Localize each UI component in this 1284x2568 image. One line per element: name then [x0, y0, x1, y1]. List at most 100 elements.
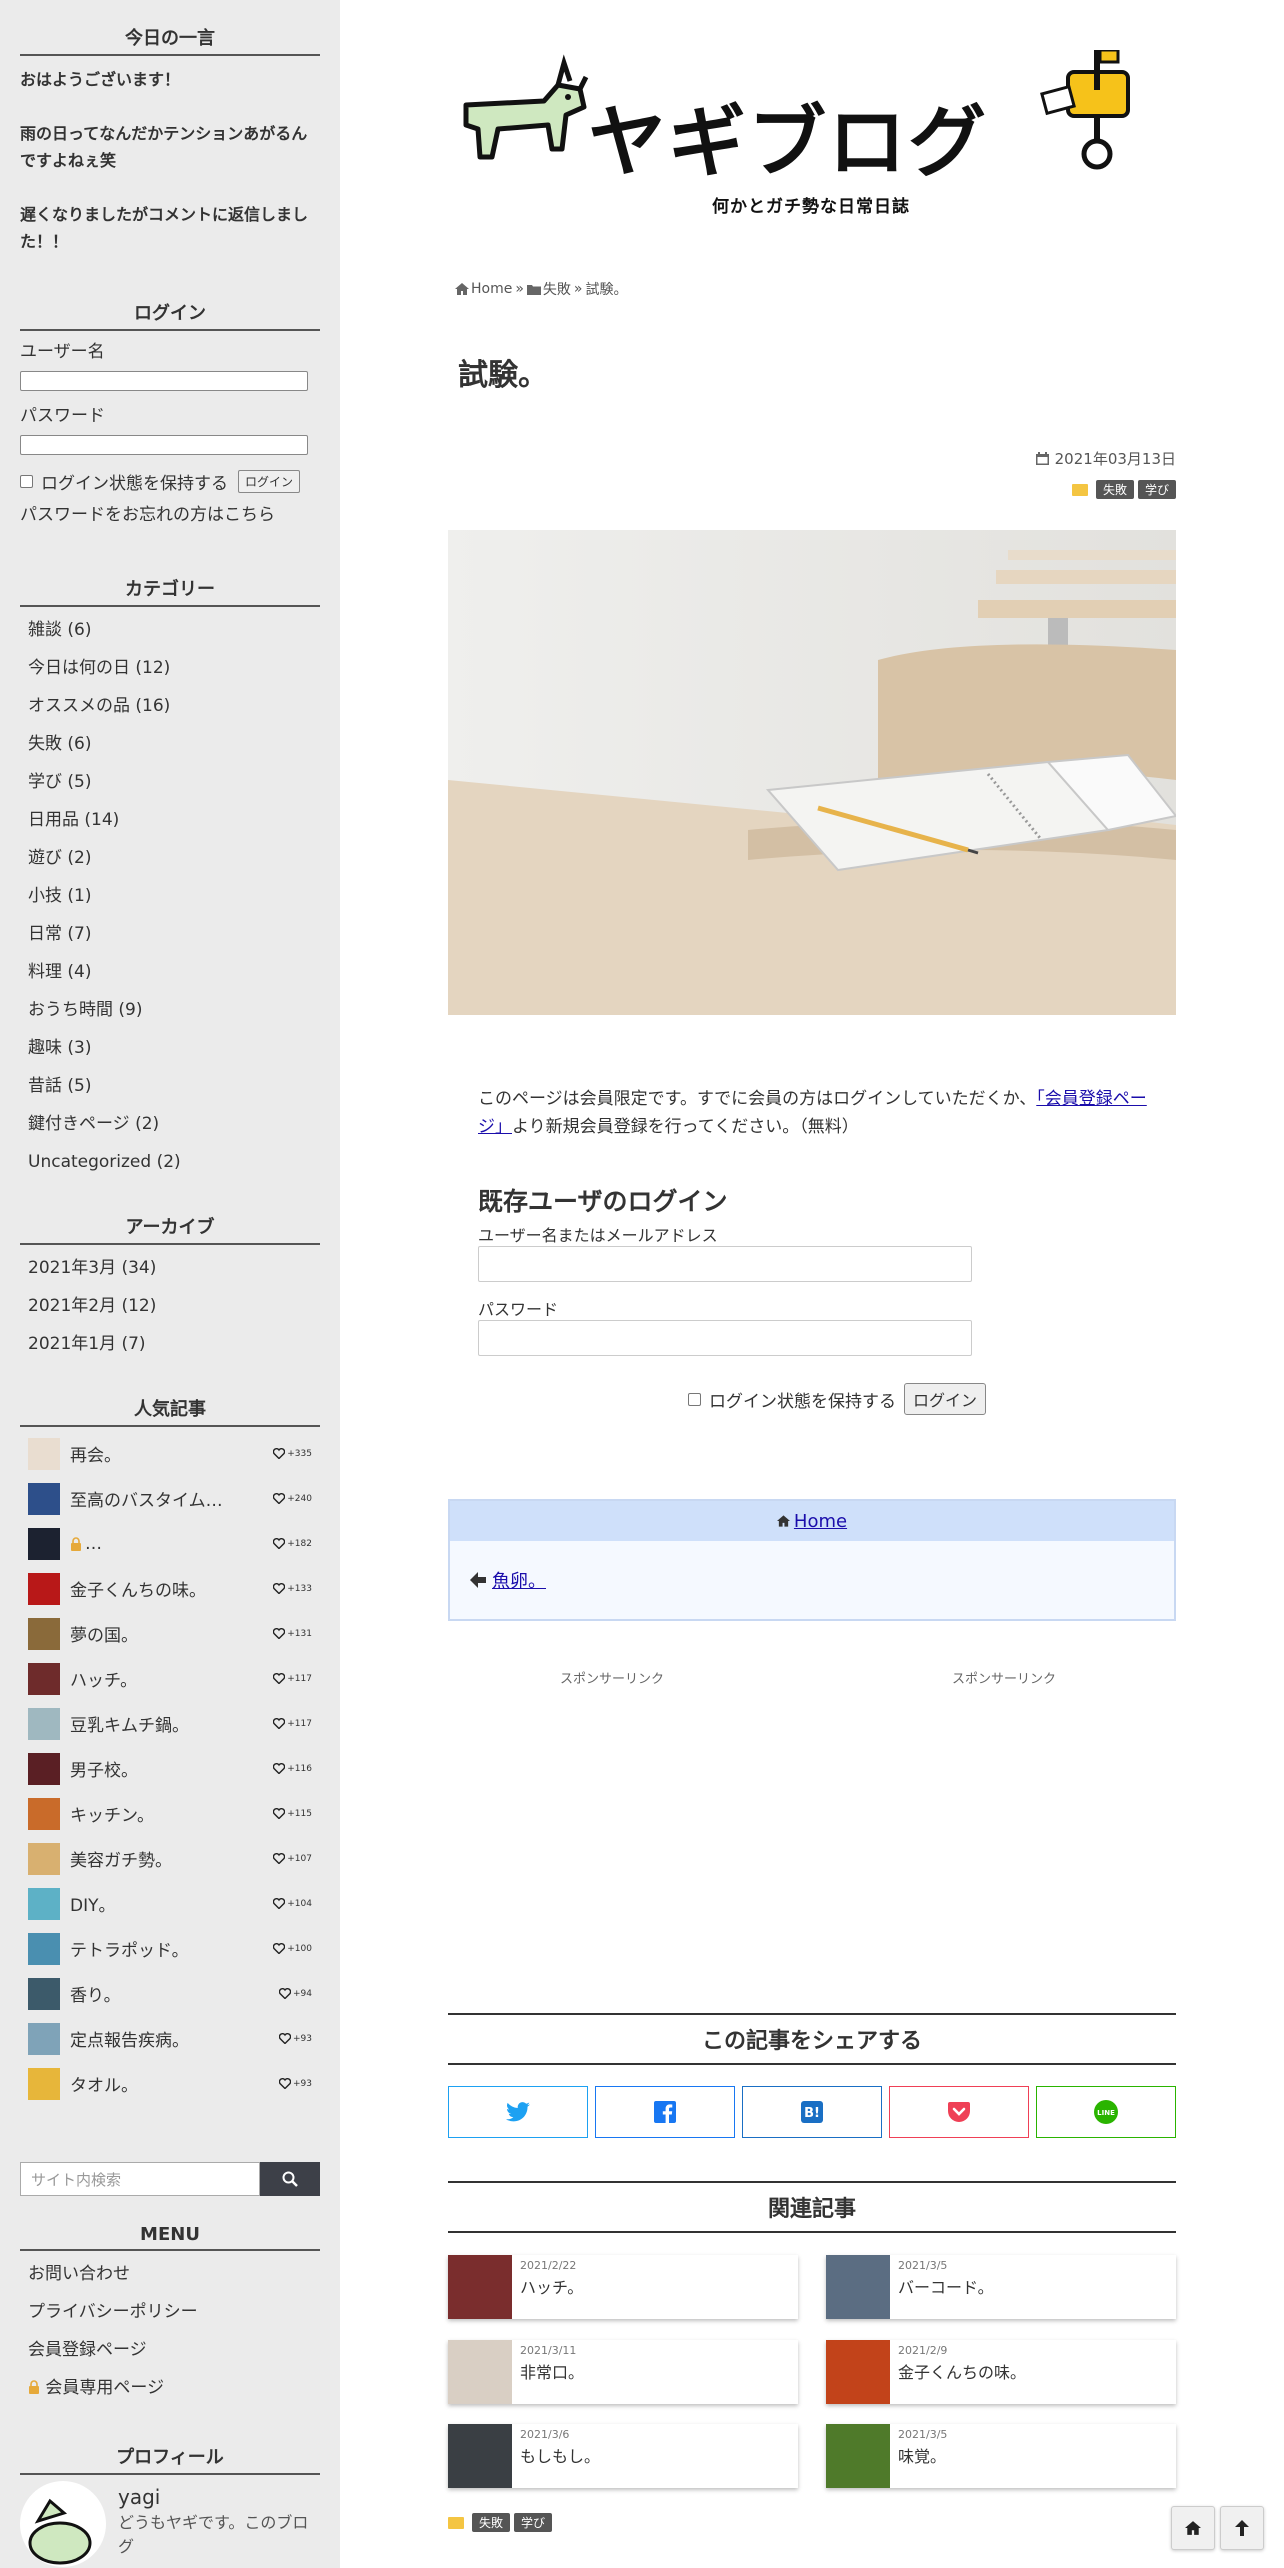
popular-item[interactable]: ハッチ。 +117 [20, 1656, 320, 1701]
menu-item-contact[interactable]: お問い合わせ [20, 2255, 320, 2293]
popular-item[interactable]: DIY。 +104 [20, 1881, 320, 1926]
category-item[interactable]: 料理 (4) [20, 953, 320, 991]
remember-checkbox[interactable] [20, 475, 33, 488]
category-item[interactable]: 失敗 (6) [20, 725, 320, 763]
menu-item-privacy[interactable]: プライバシーポリシー [20, 2293, 320, 2331]
tag-badge[interactable]: 失敗 [1095, 480, 1134, 499]
related-card[interactable]: 2021/3/5 味覚。 [826, 2424, 1176, 2488]
popular-title: 男子校。 [70, 1761, 138, 1781]
search-button[interactable] [260, 2162, 320, 2196]
category-item[interactable]: 今日は何の日 (12) [20, 649, 320, 687]
like-count-value: +335 [287, 1448, 312, 1459]
related-thumbnail [448, 2424, 512, 2488]
category-item[interactable]: 学び (5) [20, 763, 320, 801]
related-card[interactable]: 2021/2/22 ハッチ。 [448, 2255, 798, 2319]
category-item[interactable]: 趣味 (3) [20, 1029, 320, 1067]
related-date: 2021/2/9 [898, 2344, 948, 2357]
popular-item[interactable]: 美容ガチ勢。 +107 [20, 1836, 320, 1881]
avatar [20, 2481, 106, 2567]
password-input[interactable] [20, 435, 308, 455]
category-item[interactable]: 小技 (1) [20, 877, 320, 915]
related-date: 2021/3/5 [898, 2428, 948, 2441]
prev-post-link[interactable]: 魚卵。 [492, 1567, 546, 1593]
category-item[interactable]: 遊び (2) [20, 839, 320, 877]
popular-item[interactable]: 至高のバスタイム… +240 [20, 1476, 320, 1521]
tag-badge[interactable]: 学び [1137, 480, 1176, 499]
category-item[interactable]: Uncategorized (2) [20, 1143, 320, 1181]
category-item[interactable]: おうち時間 (9) [20, 991, 320, 1029]
category-item[interactable]: オススメの品 (16) [20, 687, 320, 725]
popular-item[interactable]: 香り。 +94 [20, 1971, 320, 2016]
popular-title: 夢の国。 [70, 1626, 138, 1646]
tag-badge[interactable]: 学び [514, 2513, 553, 2532]
category-item[interactable]: 鍵付きページ (2) [20, 1105, 320, 1143]
category-item[interactable]: 昔話 (5) [20, 1067, 320, 1105]
popular-item[interactable]: 金子くんちの味。 +133 [20, 1566, 320, 1611]
search-input[interactable]: サイト内検索 [20, 2162, 260, 2196]
popular-list: 再会。 +335 至高のバスタイム… +240 … +182 金子くんちの味。 +133 夢の国… [20, 1431, 320, 2106]
remember-checkbox[interactable] [688, 1392, 701, 1406]
profile-name: yagi [118, 2485, 161, 2509]
related-date: 2021/3/5 [898, 2259, 948, 2272]
breadcrumb-category[interactable]: 失敗 [543, 279, 571, 299]
post-nav-home-link[interactable]: Home [794, 1511, 847, 1532]
related-card[interactable]: 2021/3/11 非常口。 [448, 2340, 798, 2404]
category-item[interactable]: 日常 (7) [20, 915, 320, 953]
login-button[interactable]: ログイン [238, 470, 301, 493]
widget-title: ログイン [20, 299, 320, 331]
home-fab-button[interactable] [1171, 2506, 1215, 2550]
share-facebook-button[interactable] [595, 2086, 735, 2138]
scroll-top-button[interactable] [1220, 2506, 1264, 2550]
home-icon [1185, 2521, 1201, 2535]
menu-item-register[interactable]: 会員登録ページ [20, 2331, 320, 2369]
footer-tags: 失敗 学び [448, 2513, 553, 2532]
popular-thumbnail [28, 1527, 60, 1560]
popular-item[interactable]: … +182 [20, 1521, 320, 1566]
lock-icon [71, 1536, 81, 1551]
menu-item-label: 会員専用ページ [45, 2378, 165, 2398]
share-hatena-button[interactable]: B! [742, 2086, 882, 2138]
forgot-password-link[interactable]: パスワードをお忘れの方はこちら [20, 500, 320, 525]
heart-icon [273, 1583, 286, 1594]
popular-item[interactable]: タオル。 +93 [20, 2061, 320, 2106]
password-input[interactable] [478, 1320, 972, 1356]
site-logo[interactable]: ヤギブログ 何かとガチ勢な日常日誌 [448, 40, 1176, 220]
login-button[interactable]: ログイン [904, 1383, 987, 1415]
category-item[interactable]: 雑談 (6) [20, 611, 320, 649]
arrow-up-icon [1235, 2520, 1249, 2536]
hitokoto-line: 遅くなりましたがコメントに返信しました！！ [20, 205, 309, 251]
profile-card: yagi どうもヤギです。このブログ [20, 2481, 320, 2567]
share-twitter-button[interactable] [448, 2086, 588, 2138]
share-pocket-button[interactable] [889, 2086, 1029, 2138]
related-thumbnail [448, 2255, 512, 2319]
username-input[interactable] [20, 371, 308, 391]
archive-item[interactable]: 2021年1月 (7) [20, 1325, 320, 1363]
archive-item[interactable]: 2021年3月 (34) [20, 1249, 320, 1287]
goat-avatar-icon [28, 2498, 92, 2565]
profile-text: yagi どうもヤギです。このブログ [106, 2481, 320, 2557]
remember-row: ログイン状態を保持する ログイン [20, 469, 320, 494]
popular-item[interactable]: 豆乳キムチ鍋。 +117 [20, 1701, 320, 1746]
breadcrumb-home[interactable]: Home [471, 281, 512, 297]
like-count: +335 [273, 1448, 312, 1459]
related-card[interactable]: 2021/3/5 バーコード。 [826, 2255, 1176, 2319]
heart-icon [273, 1448, 286, 1459]
related-card[interactable]: 2021/2/9 金子くんちの味。 [826, 2340, 1176, 2404]
user-email-input[interactable] [478, 1246, 972, 1282]
archive-item[interactable]: 2021年2月 (12) [20, 1287, 320, 1325]
category-item[interactable]: 日用品 (14) [20, 801, 320, 839]
popular-title: 美容ガチ勢。 [70, 1851, 172, 1871]
popular-item[interactable]: テトラポッド。 +100 [20, 1926, 320, 1971]
related-card[interactable]: 2021/3/6 もしもし。 [448, 2424, 798, 2488]
menu-item-members[interactable]: 会員専用ページ [20, 2369, 320, 2407]
featured-image [448, 530, 1176, 1015]
share-line-button[interactable]: LINE [1036, 2086, 1176, 2138]
tag-badge[interactable]: 失敗 [472, 2513, 511, 2532]
popular-item[interactable]: 再会。 +335 [20, 1431, 320, 1476]
popular-item[interactable]: 定点報告疾病。 +93 [20, 2016, 320, 2061]
heart-icon [273, 1808, 286, 1819]
popular-item[interactable]: キッチン。 +115 [20, 1791, 320, 1836]
popular-item[interactable]: 夢の国。 +131 [20, 1611, 320, 1656]
popular-title: 再会。 [70, 1446, 121, 1466]
popular-item[interactable]: 男子校。 +116 [20, 1746, 320, 1791]
